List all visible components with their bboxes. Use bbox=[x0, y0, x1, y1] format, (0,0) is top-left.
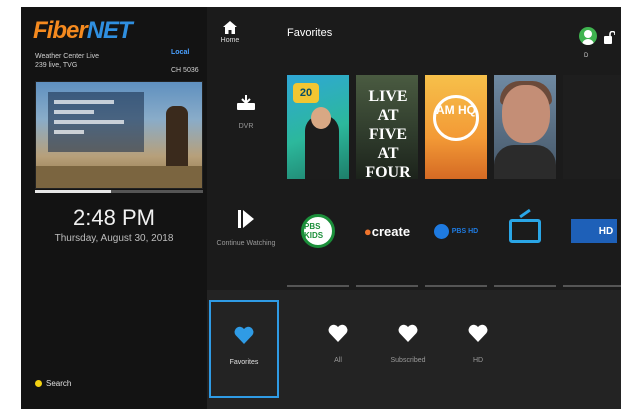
play-icon bbox=[238, 210, 254, 232]
profile-label: D bbox=[584, 53, 589, 59]
tv-icon bbox=[509, 219, 541, 243]
logo-net-text: NET bbox=[86, 17, 133, 44]
channel-tile-pbs-kids[interactable]: PBS KIDS bbox=[287, 201, 349, 287]
pbs-head-icon bbox=[433, 223, 449, 239]
filter-label: HD bbox=[472, 357, 484, 364]
playback-progress-fill bbox=[35, 190, 111, 193]
channel-name: Weather Center Live bbox=[35, 53, 100, 60]
recording-poster[interactable] bbox=[494, 75, 556, 179]
create-logo: ●create bbox=[363, 223, 411, 239]
top-bar: Home Favorites D bbox=[207, 7, 621, 69]
pbs-kids-logo: PBS KIDS bbox=[301, 214, 335, 248]
recording-poster[interactable]: LIVE AT FIVE AT FOUR bbox=[356, 75, 418, 179]
home-button[interactable]: Home bbox=[213, 21, 247, 44]
landscape-ground bbox=[36, 166, 202, 188]
playback-progress-bar bbox=[35, 190, 203, 193]
recording-poster-partial[interactable] bbox=[563, 75, 621, 179]
filter-label: Subscribed bbox=[390, 357, 426, 364]
pbs-hd-logo: PBS HD bbox=[433, 223, 479, 239]
fibernet-logo: FiberNET bbox=[33, 17, 133, 45]
unlock-icon[interactable] bbox=[604, 30, 616, 49]
channel-tile-tv[interactable] bbox=[494, 201, 556, 287]
clock-date: Thursday, August 30, 2018 bbox=[54, 233, 174, 244]
heart-icon bbox=[398, 324, 418, 347]
search-hint-label: Search bbox=[46, 379, 72, 388]
channel-tile-hd[interactable]: HD bbox=[563, 201, 621, 287]
filter-label: All bbox=[334, 357, 342, 364]
recording-poster[interactable]: AM HQ bbox=[425, 75, 487, 179]
create-logo-text: create bbox=[371, 223, 411, 239]
channel-number: CH 5036 bbox=[171, 67, 199, 74]
hd-channel-text: HD bbox=[598, 225, 614, 237]
channel-subtitle: 239 live, TVG bbox=[35, 62, 78, 69]
dvr-icon bbox=[236, 95, 256, 115]
home-label: Home bbox=[220, 37, 240, 44]
search-hint[interactable]: Search bbox=[35, 379, 71, 388]
filter-tab-hd[interactable]: HD bbox=[443, 300, 513, 398]
poster-face bbox=[502, 85, 550, 143]
filter-tab-all[interactable]: All bbox=[303, 300, 373, 398]
heart-icon bbox=[468, 324, 488, 347]
weather-overlay-card bbox=[48, 92, 144, 152]
recording-poster[interactable]: 20 bbox=[287, 75, 349, 179]
live-preview-video[interactable] bbox=[35, 81, 203, 189]
heart-icon bbox=[328, 324, 348, 347]
dvr-button[interactable]: DVR bbox=[216, 95, 276, 131]
clock-time: 2:48 PM bbox=[73, 205, 155, 230]
filter-label: Favorites bbox=[229, 359, 259, 366]
channel-tile-pbs-hd[interactable]: PBS HD bbox=[425, 201, 487, 287]
heart-icon bbox=[234, 326, 254, 349]
channel-tile-create[interactable]: ●create bbox=[356, 201, 418, 287]
filter-tab-favorites[interactable]: Favorites bbox=[209, 300, 279, 398]
filter-tab-subscribed[interactable]: Subscribed bbox=[373, 300, 443, 398]
poster-badge: 20 bbox=[293, 83, 319, 103]
logo-fiber-text: Fiber bbox=[33, 17, 88, 44]
poster-body bbox=[494, 145, 556, 179]
tv-screen: FiberNET Weather Center Live 239 live, T… bbox=[21, 7, 621, 409]
poster-title: LIVE AT FIVE AT FOUR bbox=[365, 88, 411, 179]
yellow-button-icon bbox=[35, 380, 42, 387]
poster-title: AM HQ bbox=[433, 95, 479, 141]
filter-bar: Favorites All Subscribed HD bbox=[207, 290, 621, 409]
poster-face bbox=[311, 107, 331, 129]
page-title: Favorites bbox=[287, 27, 333, 39]
profile-avatar[interactable] bbox=[579, 27, 597, 45]
continue-watching-button[interactable]: Continue Watching bbox=[216, 210, 276, 248]
home-icon bbox=[213, 21, 247, 34]
continue-watching-label: Continue Watching bbox=[216, 240, 276, 247]
dvr-label: DVR bbox=[238, 123, 254, 130]
network-badge: Local bbox=[171, 49, 190, 56]
pbs-hd-text: PBS HD bbox=[451, 227, 479, 235]
hd-channel-logo: HD bbox=[570, 219, 618, 243]
now-playing-panel: FiberNET Weather Center Live 239 live, T… bbox=[21, 7, 207, 409]
